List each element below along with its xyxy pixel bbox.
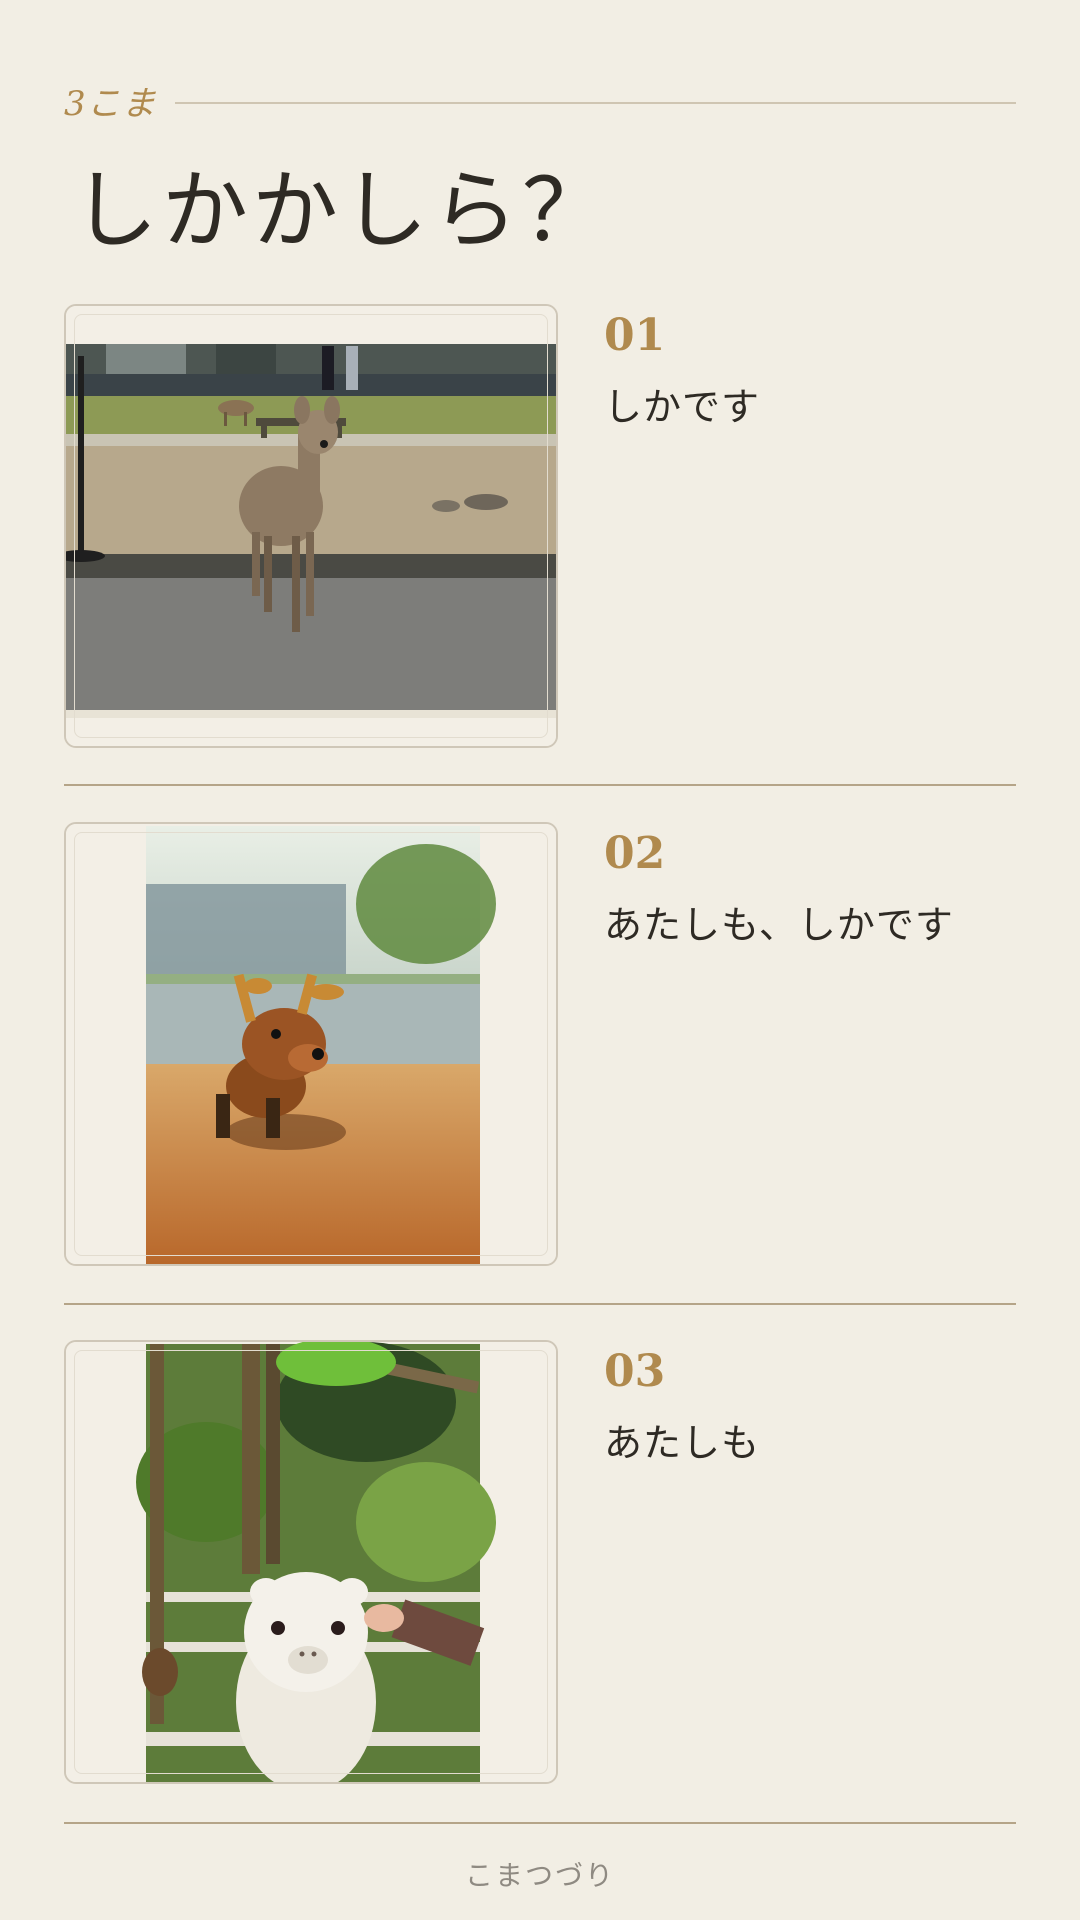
photo-frame-1[interactable] [64,304,558,748]
entry-3: 03 あたしも [64,1340,1016,1786]
photo-frame-3[interactable] [64,1340,558,1784]
photo-frame-2[interactable] [64,822,558,1266]
entry-number: 01 [604,310,666,361]
entry-number: 02 [604,828,666,879]
page-title: しかかしら？ [72,161,612,261]
header-kicker: 3こま [64,76,1016,125]
entry-caption: あたしも、しかです [604,903,954,947]
entry-caption: あたしも [604,1421,761,1465]
alpaca-photo [66,1342,556,1782]
entry-number: 03 [604,1346,666,1397]
section-divider [64,1822,1016,1824]
deer-in-park-photo [66,306,556,746]
deer-plush-toy-photo [66,824,556,1264]
entry-1: 01 しかです [64,304,1016,750]
footer-brand: こまつづり [464,1859,615,1892]
entry-caption: しかです [604,385,761,429]
section-divider [64,1303,1016,1305]
entry-2: 02 あたしも、しかです [64,822,1016,1268]
kicker-rule [174,101,1016,104]
section-divider [64,784,1016,786]
kicker-label: 3こま [64,84,157,124]
